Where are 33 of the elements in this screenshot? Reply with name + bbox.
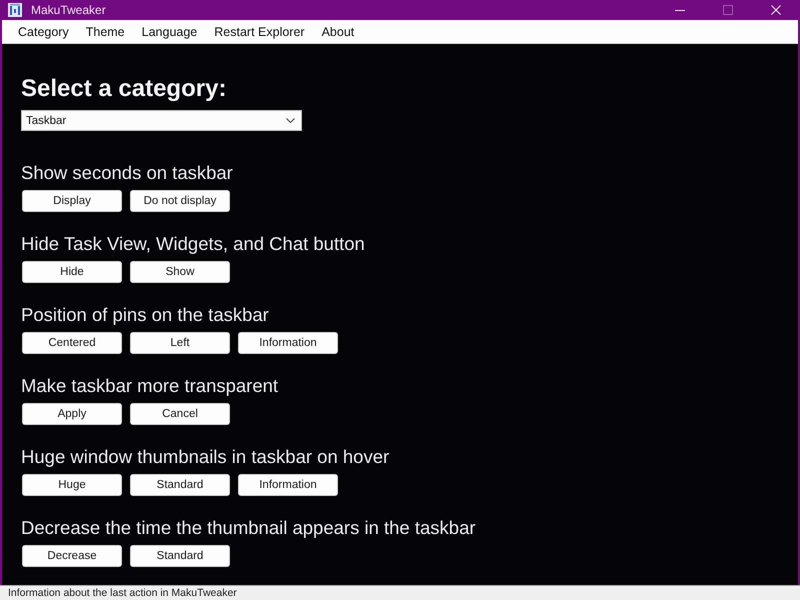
setting-label: Hide Task View, Widgets, and Chat button: [21, 233, 366, 255]
setting-label: Show seconds on taskbar: [21, 162, 234, 184]
page-heading: Select a category:: [21, 74, 228, 104]
action-button[interactable]: Information: [238, 332, 338, 354]
setting-label: Position of pins on the taskbar: [21, 304, 270, 326]
action-button[interactable]: Decrease: [22, 545, 122, 567]
action-button[interactable]: Huge: [22, 474, 122, 496]
chevron-down-icon: [286, 118, 295, 123]
action-button[interactable]: Hide: [22, 261, 122, 283]
status-text: Information about the last action in MakuTweaker: [8, 586, 237, 600]
action-button[interactable]: Do not display: [130, 190, 230, 212]
action-button[interactable]: Display: [22, 190, 122, 212]
menu-item[interactable]: Language: [134, 22, 206, 42]
close-icon: [771, 5, 781, 15]
maximize-icon: [723, 5, 733, 15]
menu-item[interactable]: Restart Explorer: [206, 22, 313, 42]
action-button[interactable]: Left: [130, 332, 230, 354]
setting-label: Decrease the time the thumbnail appears in the taskbar: [21, 517, 477, 539]
category-dropdown[interactable]: Taskbar: [21, 110, 302, 131]
menu-item[interactable]: Category: [10, 22, 77, 42]
action-button[interactable]: Cancel: [130, 403, 230, 425]
setting-label: Make taskbar more transparent: [21, 375, 280, 397]
action-button[interactable]: Show: [130, 261, 230, 283]
window-title: MakuTweaker: [31, 3, 106, 17]
app-icon: [8, 3, 22, 17]
action-button[interactable]: Standard: [130, 474, 230, 496]
menu-item[interactable]: Theme: [78, 22, 133, 42]
menu-item[interactable]: About: [314, 22, 362, 42]
action-button[interactable]: Centered: [22, 332, 122, 354]
action-button[interactable]: Information: [238, 474, 338, 496]
action-button[interactable]: Standard: [130, 545, 230, 567]
setting-label: Huge window thumbnails in taskbar on hover: [21, 446, 390, 468]
action-button[interactable]: Apply: [22, 403, 122, 425]
